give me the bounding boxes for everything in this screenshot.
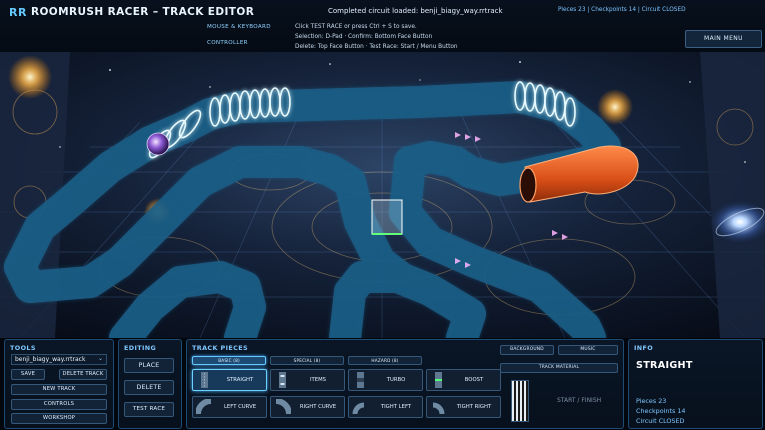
tab-special[interactable]: SPECIAL (8)	[270, 356, 344, 365]
piece-label: TURBO	[386, 377, 406, 383]
circuit-status: Pieces 23 | Checkpoints 14 | Circuit CLO…	[558, 7, 686, 13]
app-logo: RR	[9, 6, 27, 19]
info-panel: INFO STRAIGHT Pieces 23 Checkpoints 14 C…	[628, 339, 763, 429]
info-circuit-status: Circuit CLOSED	[636, 417, 685, 425]
left-curve-icon	[196, 399, 212, 415]
load-status-message: Completed circuit loaded: benji_biagy_wa…	[328, 7, 503, 15]
editing-panel: EDITING PLACE DELETE TEST RACE	[118, 339, 182, 429]
tools-panel: TOOLS benji_biagy_way.rrtrack ⌄ SAVE DEL…	[4, 339, 114, 429]
help-line-save: Click TEST RACE or press Ctrl + S to sav…	[295, 24, 417, 30]
delete-track-button[interactable]: DELETE TRACK	[59, 369, 107, 380]
selected-piece-type: STRAIGHT	[636, 360, 693, 371]
tab-basic[interactable]: BASIC (8)	[192, 356, 266, 365]
app-title: ROOMRUSH RACER – TRACK EDITOR	[31, 6, 255, 18]
track-pieces-title: TRACK PIECES	[192, 344, 248, 352]
selected-straight-piece	[371, 199, 403, 235]
piece-straight[interactable]: STRAIGHT	[192, 369, 267, 391]
piece-items[interactable]: ITEMS	[270, 369, 345, 391]
test-race-button[interactable]: TEST RACE	[124, 402, 174, 417]
piece-tight-right[interactable]: TIGHT RIGHT	[426, 396, 501, 418]
straight-track-icon	[201, 372, 208, 388]
piece-tight-left[interactable]: TIGHT LEFT	[348, 396, 423, 418]
tools-title: TOOLS	[10, 344, 36, 352]
info-checkpoints-count: Checkpoints 14	[636, 407, 686, 415]
top-bar: RR ROOMRUSH RACER – TRACK EDITOR MOUSE &…	[0, 0, 765, 53]
track-material-button[interactable]: TRACK MATERIAL	[500, 363, 618, 373]
piece-label: STRAIGHT	[226, 377, 254, 383]
piece-left-curve[interactable]: LEFT CURVE	[192, 396, 267, 418]
background-button[interactable]: BACKGROUND	[500, 345, 554, 355]
track-pieces-panel: TRACK PIECES BASIC (8) SPECIAL (8) HAZAR…	[186, 339, 624, 429]
tab-hazard[interactable]: HAZARD (8)	[348, 356, 422, 365]
star-glow	[8, 55, 52, 99]
music-button[interactable]: MUSIC	[558, 345, 618, 355]
help-line-delete: Delete: Top Face Button · Test Race: Sta…	[295, 44, 458, 50]
piece-label: TIGHT RIGHT	[456, 404, 492, 410]
piece-boost[interactable]: BOOST	[426, 369, 501, 391]
tight-left-icon	[352, 402, 365, 415]
piece-turbo[interactable]: TURBO	[348, 369, 423, 391]
track-file-value: benji_biagy_way.rrtrack	[15, 356, 86, 363]
boost-track-icon	[435, 372, 442, 388]
place-button[interactable]: PLACE	[124, 358, 174, 373]
tight-right-icon	[432, 402, 445, 415]
items-track-icon	[279, 372, 286, 388]
workshop-button[interactable]: WORKSHOP	[11, 413, 107, 424]
save-button[interactable]: SAVE	[11, 369, 45, 380]
start-finish-label: START / FINISH	[557, 397, 602, 404]
start-finish-preview	[511, 380, 529, 422]
help-line-selection: Selection: D-Pad · Confirm: Bottom Face …	[295, 34, 433, 40]
info-title: INFO	[634, 344, 654, 352]
chevron-down-icon: ⌄	[97, 355, 103, 362]
piece-label: TIGHT LEFT	[380, 404, 412, 410]
editing-title: EDITING	[124, 344, 157, 352]
piece-label: RIGHT CURVE	[299, 404, 337, 410]
right-curve-icon	[275, 399, 291, 415]
star-glow	[597, 89, 633, 125]
player-marble	[146, 132, 170, 156]
piece-label: LEFT CURVE	[223, 404, 257, 410]
main-menu-button[interactable]: MAIN MENU	[685, 30, 762, 48]
tab-controller[interactable]: CONTROLLER	[207, 40, 248, 46]
controls-button[interactable]: CONTROLS	[11, 399, 107, 410]
piece-right-curve[interactable]: RIGHT CURVE	[270, 396, 345, 418]
track-viewport[interactable]	[0, 52, 765, 338]
new-track-button[interactable]: NEW TRACK	[11, 384, 107, 395]
piece-label: ITEMS	[309, 377, 327, 383]
info-pieces-count: Pieces 23	[636, 397, 667, 405]
delete-button[interactable]: DELETE	[124, 380, 174, 395]
turbo-track-icon	[357, 372, 364, 388]
piece-label: BOOST	[464, 377, 484, 383]
tab-mouse-keyboard[interactable]: MOUSE & KEYBOARD	[207, 24, 271, 30]
track-file-select[interactable]: benji_biagy_way.rrtrack ⌄	[11, 354, 107, 365]
